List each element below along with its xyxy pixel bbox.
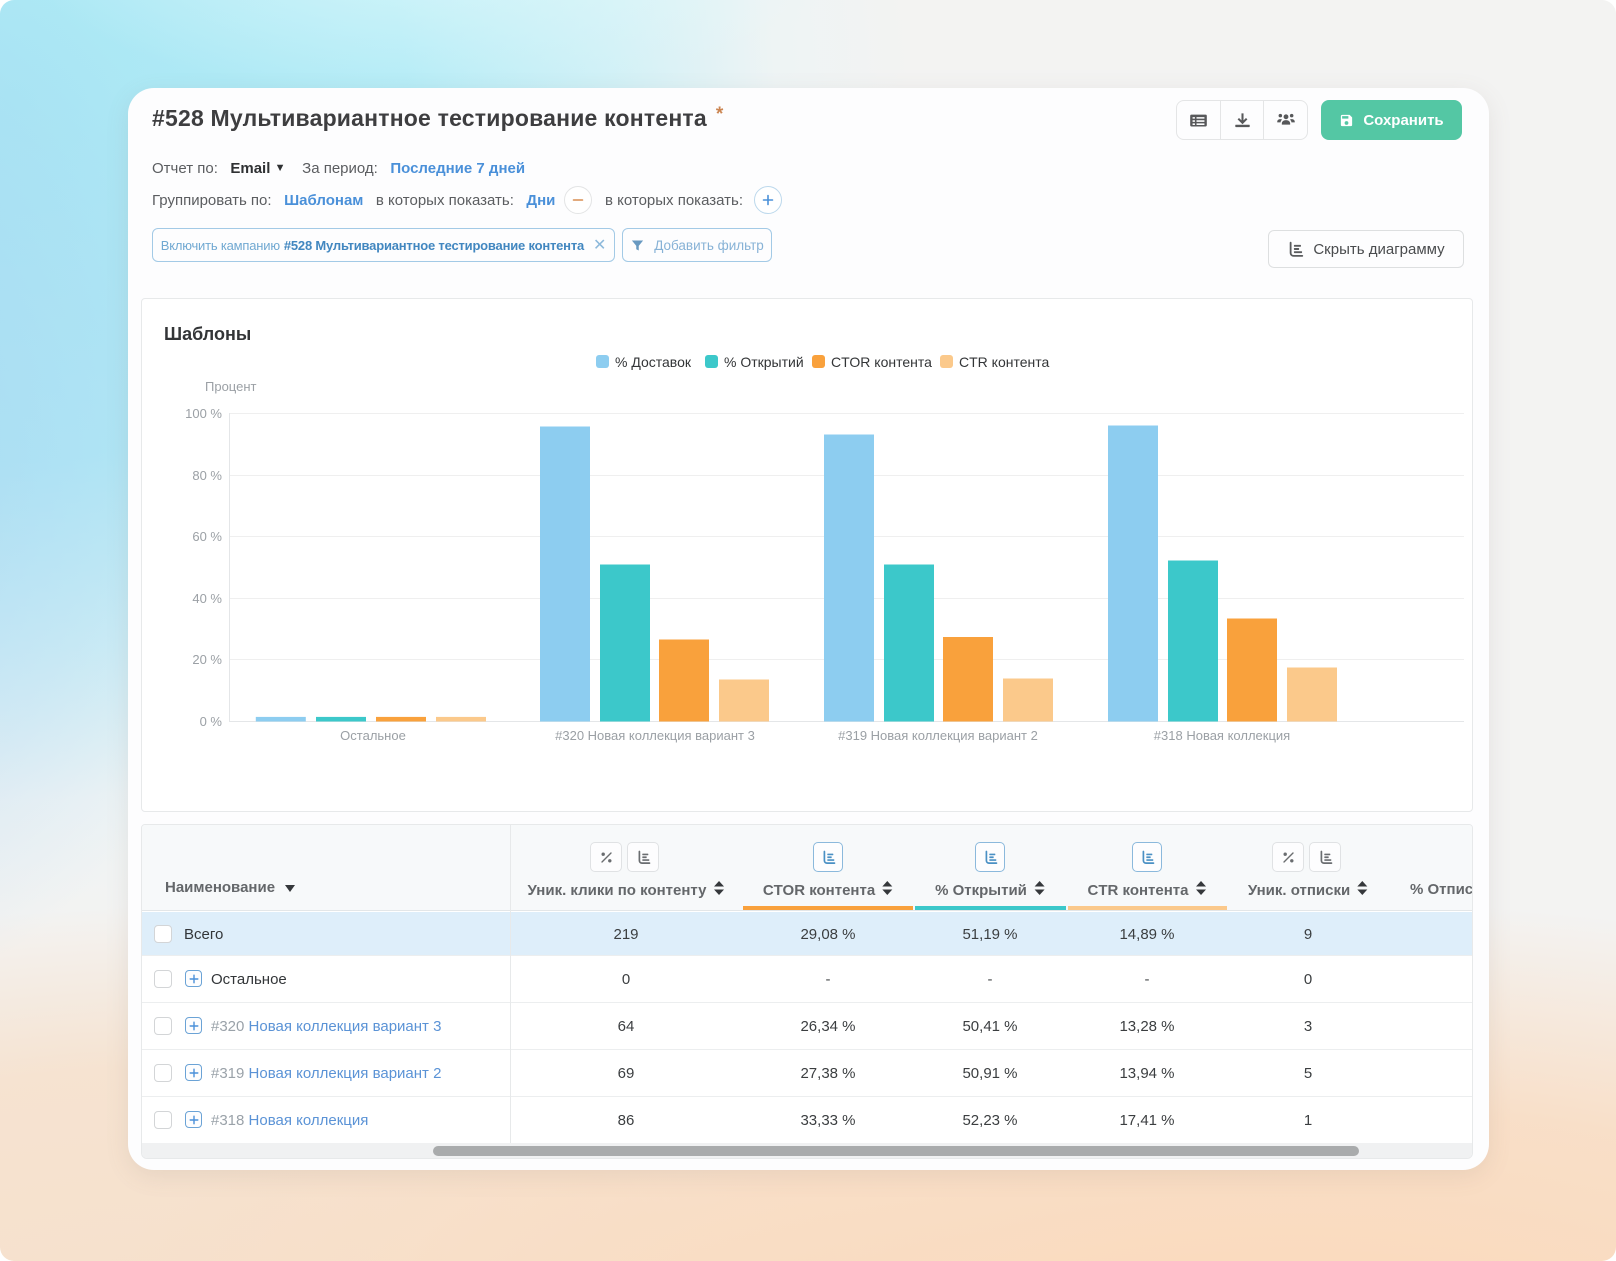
svg-text:CTOR контента: CTOR контента xyxy=(831,354,932,370)
svg-text:0 %: 0 % xyxy=(200,714,223,729)
svg-text:% Открытий: % Открытий xyxy=(724,354,804,370)
svg-text:20 %: 20 % xyxy=(192,652,222,667)
svg-text:Процент: Процент xyxy=(205,379,257,394)
svg-text:100 %: 100 % xyxy=(185,406,222,421)
svg-text:#318 Новая коллекция: #318 Новая коллекция xyxy=(1154,728,1290,743)
svg-text:CTR контента: CTR контента xyxy=(959,354,1049,370)
svg-text:% Доставок: % Доставок xyxy=(615,354,692,370)
svg-text:Остальное: Остальное xyxy=(340,728,406,743)
svg-text:40 %: 40 % xyxy=(192,591,222,606)
svg-text:80 %: 80 % xyxy=(192,468,222,483)
svg-text:#320 Новая коллекция вариант 3: #320 Новая коллекция вариант 3 xyxy=(555,728,755,743)
svg-text:#319 Новая коллекция вариант 2: #319 Новая коллекция вариант 2 xyxy=(838,728,1038,743)
svg-text:60 %: 60 % xyxy=(192,529,222,544)
